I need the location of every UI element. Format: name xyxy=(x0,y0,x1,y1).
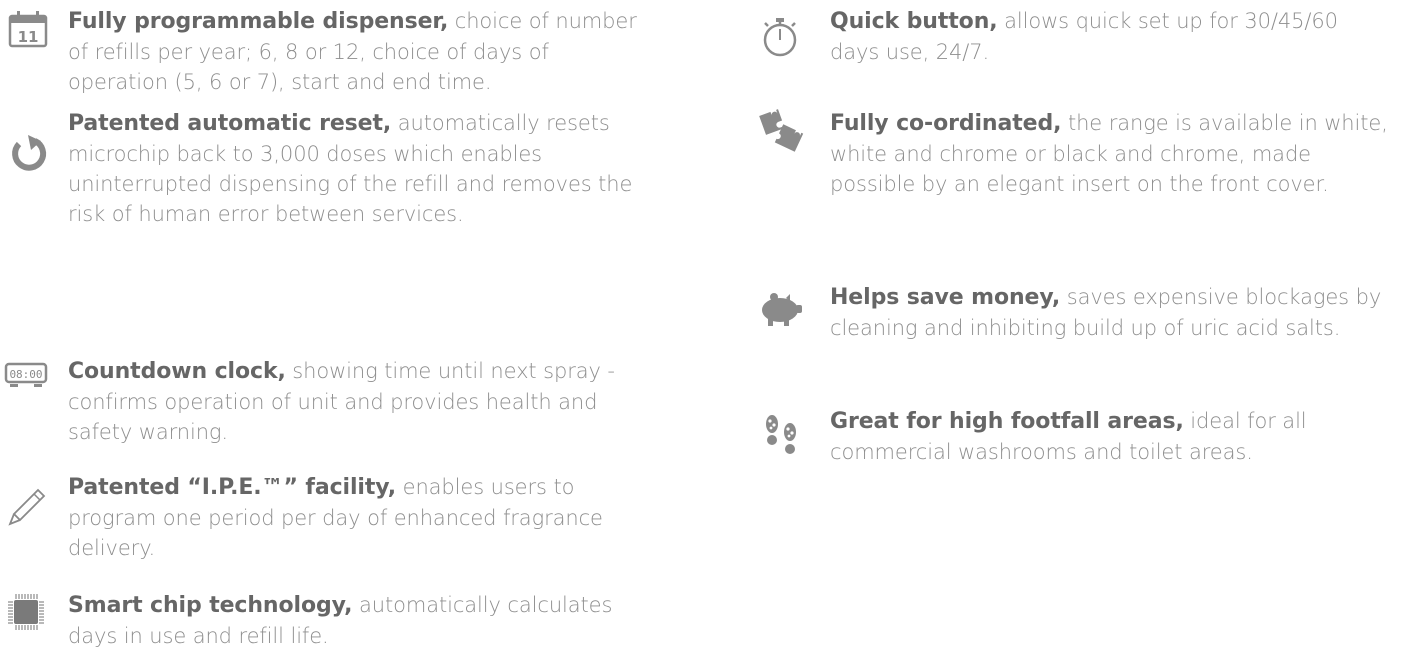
feature-lead: Fully co-ordinated, xyxy=(830,111,1062,136)
reset-arrow-icon xyxy=(10,132,48,172)
svg-text:08:00: 08:00 xyxy=(9,368,42,381)
pencil-icon xyxy=(6,480,52,526)
feature-lead: Patented “I.P.E.™” facility, xyxy=(68,475,397,500)
feature-text: Countdown clock, showing time until next… xyxy=(68,356,648,447)
feature-lead: Great for high footfall areas, xyxy=(830,409,1184,434)
footprints-icon xyxy=(762,414,802,460)
feature-lead: Quick button, xyxy=(830,9,998,34)
feature-text: Quick button, allows quick set up for 30… xyxy=(830,6,1350,67)
piggy-bank-icon xyxy=(756,292,804,328)
feature-text: Fully programmable dispenser, choice of … xyxy=(68,6,648,97)
feature-lead: Patented automatic reset, xyxy=(68,111,392,136)
puzzle-icon xyxy=(758,108,804,152)
feature-text: Helps save money, saves expensive blocka… xyxy=(830,282,1390,343)
feature-lead: Fully programmable dispenser, xyxy=(68,9,449,34)
feature-text: Great for high footfall areas, ideal for… xyxy=(830,406,1350,467)
feature-text: Patented “I.P.E.™” facility, enables use… xyxy=(68,472,628,563)
feature-lead: Countdown clock, xyxy=(68,359,286,384)
calendar-icon: 11 xyxy=(8,10,48,48)
svg-text:11: 11 xyxy=(18,28,39,46)
feature-text: Fully co-ordinated, the range is availab… xyxy=(830,108,1400,199)
feature-text: Patented automatic reset, automatically … xyxy=(68,108,648,229)
feature-lead: Smart chip technology, xyxy=(68,593,353,618)
microchip-icon xyxy=(6,592,46,632)
digital-clock-icon: 08:00 xyxy=(4,362,48,390)
stopwatch-icon xyxy=(760,16,800,58)
feature-text: Smart chip technology, automatically cal… xyxy=(68,590,628,651)
feature-lead: Helps save money, xyxy=(830,285,1061,310)
